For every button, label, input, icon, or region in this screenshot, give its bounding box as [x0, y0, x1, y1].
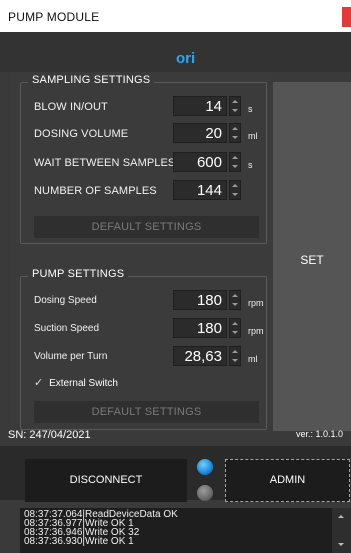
- spin-down-icon: [232, 303, 238, 306]
- spin-up-icon: [232, 127, 238, 130]
- suction-speed-label: Suction Speed: [34, 323, 100, 334]
- sampling-title: SAMPLING SETTINGS: [28, 74, 155, 86]
- dosing-speed-input[interactable]: 180: [173, 290, 227, 310]
- wait-spinner[interactable]: [229, 152, 241, 172]
- sampling-default-button[interactable]: DEFAULT SETTINGS: [34, 216, 259, 238]
- suction-speed-unit: rpm: [248, 326, 264, 336]
- status-led-on-icon: [197, 459, 213, 475]
- title-bar: PUMP MODULE: [0, 0, 351, 32]
- spin-up-icon: [232, 350, 238, 353]
- set-button[interactable]: SET: [273, 82, 351, 431]
- blow-input[interactable]: 14: [173, 96, 227, 116]
- spin-up-icon: [232, 100, 238, 103]
- volume-turn-unit: ml: [248, 354, 258, 364]
- dosing-volume-spinner[interactable]: [229, 123, 241, 143]
- scroll-up-icon[interactable]: [338, 515, 344, 518]
- spin-up-icon: [232, 294, 238, 297]
- close-icon[interactable]: [342, 7, 351, 27]
- pump-default-button[interactable]: DEFAULT SETTINGS: [34, 401, 259, 423]
- blow-label: BLOW IN/OUT: [34, 101, 108, 113]
- wait-unit: s: [248, 160, 253, 170]
- spin-up-icon: [232, 322, 238, 325]
- scroll-down-icon[interactable]: [338, 543, 344, 546]
- status-led-off-icon: [197, 485, 213, 501]
- spin-down-icon: [232, 165, 238, 168]
- spin-up-icon: [232, 156, 238, 159]
- samples-spinner[interactable]: [229, 180, 241, 200]
- dosing-speed-unit: rpm: [248, 298, 264, 308]
- admin-button[interactable]: ADMIN: [225, 459, 350, 502]
- log-scrollbar[interactable]: [332, 508, 351, 553]
- dosing-speed-label: Dosing Speed: [34, 295, 97, 306]
- ori-logo: ori: [176, 51, 195, 65]
- suction-speed-input[interactable]: 180: [173, 318, 227, 338]
- disconnect-button[interactable]: DISCONNECT: [25, 459, 187, 502]
- dosing-volume-unit: ml: [248, 131, 258, 141]
- dosing-speed-spinner[interactable]: [229, 290, 241, 310]
- spin-down-icon: [232, 359, 238, 362]
- blow-spinner[interactable]: [229, 96, 241, 116]
- serial-number: SN: 247/04/2021: [8, 429, 91, 441]
- blow-unit: s: [248, 104, 253, 114]
- external-switch-checkbox[interactable]: ✓ External Switch: [34, 376, 118, 389]
- dosing-volume-input[interactable]: 20: [173, 123, 227, 143]
- samples-label: NUMBER OF SAMPLES: [34, 185, 157, 197]
- suction-speed-spinner[interactable]: [229, 318, 241, 338]
- wait-label: WAIT BETWEEN SAMPLES: [34, 157, 176, 169]
- window-title: PUMP MODULE: [8, 10, 100, 24]
- version-label: ver.: 1.0.1.0: [295, 429, 343, 439]
- external-switch-label: External Switch: [49, 378, 118, 389]
- check-icon: ✓: [34, 377, 44, 389]
- spin-up-icon: [232, 184, 238, 187]
- spin-down-icon: [232, 193, 238, 196]
- dosing-volume-label: DOSING VOLUME: [34, 128, 129, 140]
- volume-turn-spinner[interactable]: [229, 346, 241, 366]
- log-list[interactable]: 08:37:37.064|ReadDeviceData OK 08:37:36.…: [20, 508, 332, 553]
- volume-turn-input[interactable]: 28,63: [173, 346, 227, 366]
- wait-input[interactable]: 600: [173, 152, 227, 172]
- spin-down-icon: [232, 331, 238, 334]
- spin-down-icon: [232, 136, 238, 139]
- svg-text:ori: ori: [176, 51, 195, 65]
- spin-down-icon: [232, 109, 238, 112]
- pump-title: PUMP SETTINGS: [28, 268, 129, 280]
- log-line: 08:37:36.930|Write OK 1: [24, 536, 134, 547]
- samples-input[interactable]: 144: [173, 180, 227, 200]
- volume-turn-label: Volume per Turn: [34, 351, 108, 362]
